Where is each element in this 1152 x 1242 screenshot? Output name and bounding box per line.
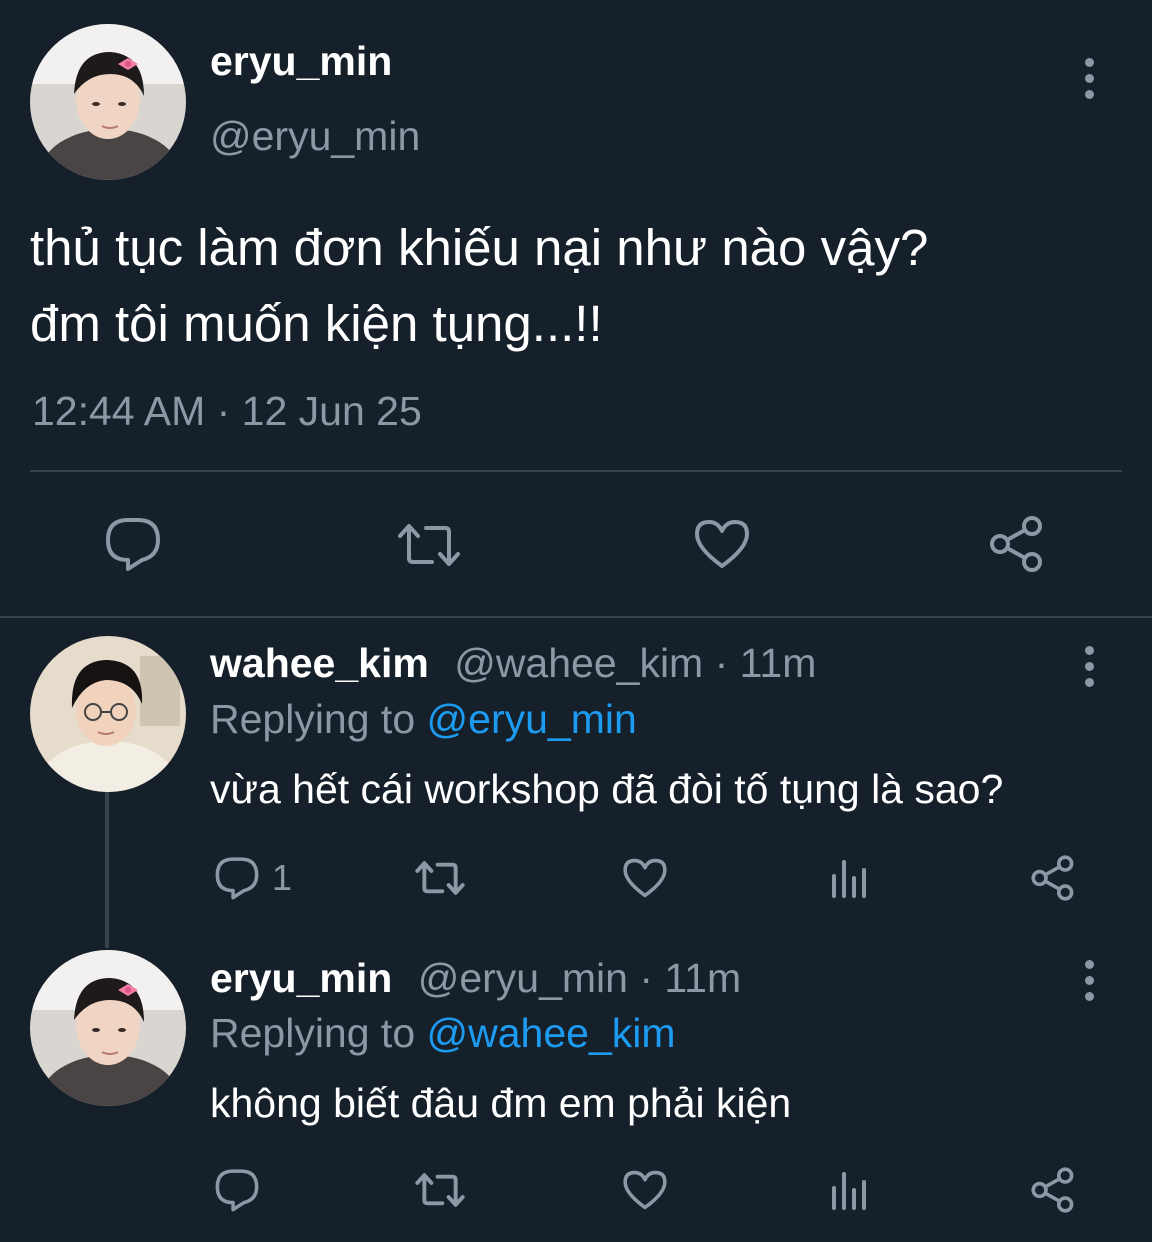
- reply-text: vừa hết cái workshop đã đòi tố tụng là s…: [210, 766, 1004, 812]
- author-handle[interactable]: @eryu_min: [210, 113, 420, 160]
- replying-to-label: Replying to: [210, 1010, 427, 1056]
- tweet-text: thủ tục làm đơn khiếu nại như nào vậy? đ…: [30, 210, 1130, 362]
- retweet-icon: [415, 861, 465, 895]
- retweet-button[interactable]: [414, 860, 466, 896]
- like-button[interactable]: [693, 518, 751, 570]
- tweet-detail-screen: eryu_min @eryu_min thủ tục làm đơn khiếu…: [0, 0, 1152, 1242]
- replying-to-mention[interactable]: @eryu_min: [427, 696, 637, 742]
- avatar-photo-icon: [30, 950, 186, 1106]
- like-icon: [623, 1170, 667, 1210]
- more-options-icon[interactable]: [1083, 960, 1095, 1001]
- tweet-timestamp[interactable]: 12:44 AM · 12 Jun 25: [32, 388, 422, 435]
- reply-icon: [215, 1169, 259, 1212]
- share-icon: [990, 516, 1042, 572]
- avatar-photo-icon: [30, 636, 186, 792]
- retweet-button[interactable]: [414, 1172, 466, 1208]
- reply-header: wahee_kim @wahee_kim · 11m: [210, 640, 816, 687]
- avatar-eryu-min[interactable]: [30, 24, 186, 180]
- retweet-button[interactable]: [396, 522, 462, 568]
- replying-to: Replying to @eryu_min: [210, 696, 637, 743]
- reply-button[interactable]: 1: [214, 856, 292, 900]
- avatar-eryu-min[interactable]: [30, 950, 186, 1106]
- replying-to-mention[interactable]: @wahee_kim: [427, 1010, 676, 1056]
- more-options-icon[interactable]: [1083, 58, 1095, 99]
- tweet-text-line-2: đm tôi muốn kiện tụng...!!: [30, 295, 603, 352]
- like-icon: [623, 858, 667, 898]
- analytics-icon: [832, 860, 866, 898]
- divider: [30, 470, 1122, 472]
- retweet-icon: [398, 524, 460, 566]
- reply-button[interactable]: [214, 1168, 260, 1212]
- reply-header: eryu_min @eryu_min · 11m: [210, 955, 741, 1002]
- reply-display-name[interactable]: eryu_min: [210, 955, 392, 1001]
- thread-connector-line: [105, 792, 109, 948]
- like-button[interactable]: [622, 857, 668, 899]
- share-button[interactable]: [1030, 854, 1078, 902]
- share-button[interactable]: [988, 514, 1048, 574]
- reply-count: 1: [272, 857, 293, 898]
- analytics-icon: [832, 1172, 866, 1210]
- avatar-photo-icon: [30, 24, 186, 180]
- tweet-text-line-1: thủ tục làm đơn khiếu nại như nào vậy?: [30, 219, 929, 276]
- share-icon: [1031, 1167, 1074, 1213]
- like-icon: [695, 520, 749, 568]
- reply-handle-time[interactable]: @wahee_kim · 11m: [454, 640, 816, 686]
- share-icon: [1031, 855, 1074, 901]
- reply-display-name[interactable]: wahee_kim: [210, 640, 429, 686]
- reply-button[interactable]: [104, 516, 162, 572]
- analytics-button[interactable]: [830, 1168, 870, 1210]
- more-options-icon[interactable]: [1083, 646, 1095, 687]
- reply-icon: [106, 518, 160, 571]
- reply-handle-time[interactable]: @eryu_min · 11m: [418, 955, 741, 1001]
- author-display-name[interactable]: eryu_min: [210, 38, 392, 85]
- analytics-button[interactable]: [830, 856, 870, 898]
- replying-to: Replying to @wahee_kim: [210, 1010, 676, 1057]
- share-button[interactable]: [1030, 1166, 1078, 1214]
- reply-text: không biết đâu đm em phải kiện: [210, 1080, 792, 1126]
- like-button[interactable]: [622, 1169, 668, 1211]
- avatar-wahee-kim[interactable]: [30, 636, 186, 792]
- replying-to-label: Replying to: [210, 696, 427, 742]
- retweet-icon: [415, 1173, 465, 1207]
- reply-icon: [215, 857, 259, 900]
- divider: [0, 616, 1152, 618]
